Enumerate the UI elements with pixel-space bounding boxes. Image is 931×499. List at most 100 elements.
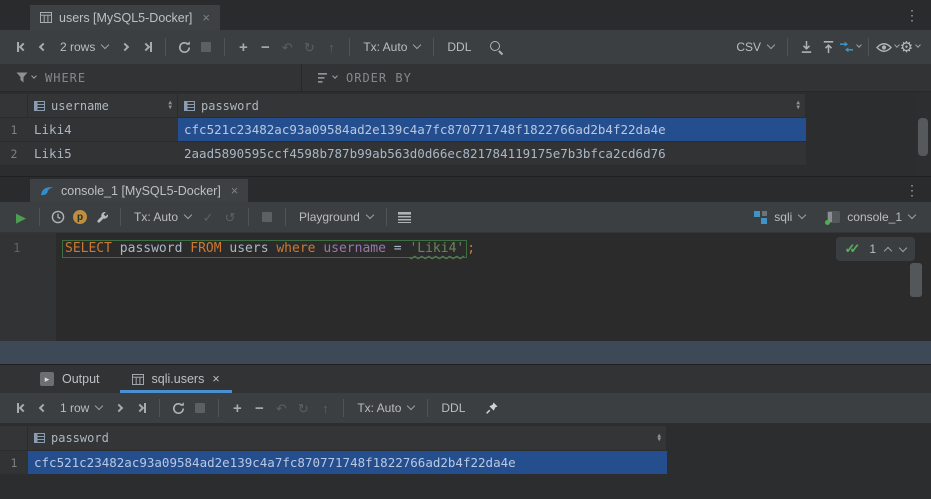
revert-button[interactable]: ↶ [276, 35, 298, 59]
scrollbar-thumb[interactable] [918, 118, 928, 156]
funnel-icon [16, 72, 28, 83]
delete-row-button[interactable]: − [248, 396, 270, 420]
ddl-button[interactable]: DDL [435, 396, 471, 420]
scrollbar-thumb[interactable] [910, 263, 922, 297]
session-selector-dropdown[interactable]: console_1 [821, 205, 921, 229]
close-icon[interactable]: × [212, 372, 219, 386]
sql-keyword: where [276, 241, 315, 256]
stop-button[interactable] [256, 205, 278, 229]
view-options-button[interactable] [876, 35, 899, 59]
last-page-button[interactable] [130, 396, 152, 420]
stop-query-button[interactable] [195, 35, 217, 59]
tab-console[interactable]: console_1 [MySQL5-Docker] × [30, 179, 248, 202]
column-label: password [201, 99, 259, 113]
sort-toggle[interactable]: ▲▼ [657, 434, 661, 443]
separator [868, 38, 869, 56]
revert-button[interactable]: ↶ [270, 396, 292, 420]
clock-icon [51, 210, 65, 224]
results-layout-button[interactable] [394, 205, 416, 229]
order-by-filter[interactable]: ORDER BY [302, 64, 412, 91]
row-count-label: 2 rows [60, 40, 95, 54]
ddl-button[interactable]: DDL [441, 35, 477, 59]
prev-page-button[interactable] [32, 396, 54, 420]
cell-password-selected[interactable]: cfc521c23482ac93a09584ad2e139c4a7fc87077… [178, 118, 806, 142]
tx-mode-dropdown[interactable]: Tx: Auto [351, 396, 420, 420]
close-icon[interactable]: × [202, 10, 210, 25]
cell-password[interactable]: 2aad5890595ccf4598b787b99ab563d0d66ec821… [178, 142, 806, 166]
playground-mode-dropdown[interactable]: Playground [293, 205, 379, 229]
first-page-button[interactable] [10, 35, 32, 59]
session-label: console_1 [847, 210, 902, 224]
rollback-button[interactable]: ↺ [219, 205, 241, 229]
last-page-button[interactable] [136, 35, 158, 59]
execution-result-badge[interactable]: ✓✓ 1 [836, 237, 916, 261]
column-header-password[interactable]: password ▲▼ [178, 94, 806, 118]
row-number-header [0, 94, 28, 118]
editor-content[interactable]: SELECT password FROM users where usernam… [56, 233, 931, 341]
run-query-button[interactable]: ▶ [10, 205, 32, 229]
commit-button[interactable]: ✓ [197, 205, 219, 229]
revert-selected-button[interactable]: ↻ [298, 35, 320, 59]
row-count-dropdown[interactable]: 1 row [54, 396, 108, 420]
add-row-button[interactable]: + [232, 35, 254, 59]
sort-toggle[interactable]: ▲▼ [796, 101, 800, 110]
chevron-down-icon [908, 211, 916, 219]
kebab-menu-icon[interactable]: ⋮ [905, 8, 919, 22]
kebab-menu-icon[interactable]: ⋮ [905, 183, 919, 197]
parameters-button[interactable]: p [69, 205, 91, 229]
chevron-up-icon[interactable] [884, 246, 892, 254]
tx-mode-dropdown[interactable]: Tx: Auto [128, 205, 197, 229]
ddl-label: DDL [447, 40, 471, 54]
find-button[interactable] [485, 35, 507, 59]
separator [165, 38, 166, 56]
cell-username[interactable]: Liki4 [28, 118, 178, 142]
panel-splitter[interactable] [0, 341, 931, 364]
reload-data-button[interactable] [173, 35, 195, 59]
tx-label: Tx: Auto [357, 401, 401, 415]
next-page-button[interactable] [108, 396, 130, 420]
settings-wrench-button[interactable] [91, 205, 113, 229]
row-count-dropdown[interactable]: 2 rows [54, 35, 114, 59]
pin-tab-button[interactable] [481, 396, 503, 420]
chevron-down-icon[interactable] [899, 244, 907, 252]
settings-button[interactable]: ⚙ [899, 35, 921, 59]
submit-button[interactable]: ↑ [314, 396, 336, 420]
delete-row-button[interactable]: − [254, 35, 276, 59]
history-button[interactable] [47, 205, 69, 229]
sql-editor[interactable]: 1 SELECT password FROM users where usern… [0, 233, 931, 341]
vertical-scrollbar[interactable] [916, 92, 931, 176]
close-icon[interactable]: × [231, 183, 239, 198]
tx-mode-dropdown[interactable]: Tx: Auto [357, 35, 426, 59]
cell-password-selected[interactable]: cfc521c23482ac93a09584ad2e139c4a7fc87077… [28, 451, 667, 475]
prev-page-button[interactable] [32, 35, 54, 59]
submit-button[interactable]: ↑ [320, 35, 342, 59]
column-icon [34, 433, 45, 443]
column-header-password[interactable]: password ▲▼ [28, 426, 667, 451]
import-button[interactable] [795, 35, 817, 59]
sql-keyword: FROM [190, 241, 221, 256]
first-page-button[interactable] [10, 396, 32, 420]
revert-selected-button[interactable]: ↻ [292, 396, 314, 420]
sql-identifier: password [112, 241, 190, 256]
export-button[interactable] [817, 35, 839, 59]
where-filter[interactable]: WHERE [0, 64, 301, 91]
reload-data-button[interactable] [167, 396, 189, 420]
next-page-button[interactable] [114, 35, 136, 59]
sql-statement[interactable]: SELECT password FROM users where usernam… [62, 239, 931, 258]
tab-output[interactable]: ▸ Output [28, 365, 112, 393]
tab-result-grid[interactable]: sqli.users × [120, 365, 232, 393]
cell-username[interactable]: Liki5 [28, 142, 178, 166]
minus-icon: − [255, 400, 264, 417]
sort-lines-icon [318, 73, 329, 83]
export-format-dropdown[interactable]: CSV [730, 35, 780, 59]
column-header-username[interactable]: username ▲▼ [28, 94, 178, 118]
separator [159, 399, 160, 417]
tab-users-table[interactable]: users [MySQL5-Docker] × [30, 5, 220, 30]
sort-toggle[interactable]: ▲▼ [168, 101, 172, 110]
schema-selector-dropdown[interactable]: sqli [748, 205, 811, 229]
compare-button[interactable] [839, 35, 861, 59]
add-row-button[interactable]: + [226, 396, 248, 420]
stop-query-button[interactable] [189, 396, 211, 420]
eye-icon [876, 42, 892, 53]
table-icon [40, 12, 52, 23]
